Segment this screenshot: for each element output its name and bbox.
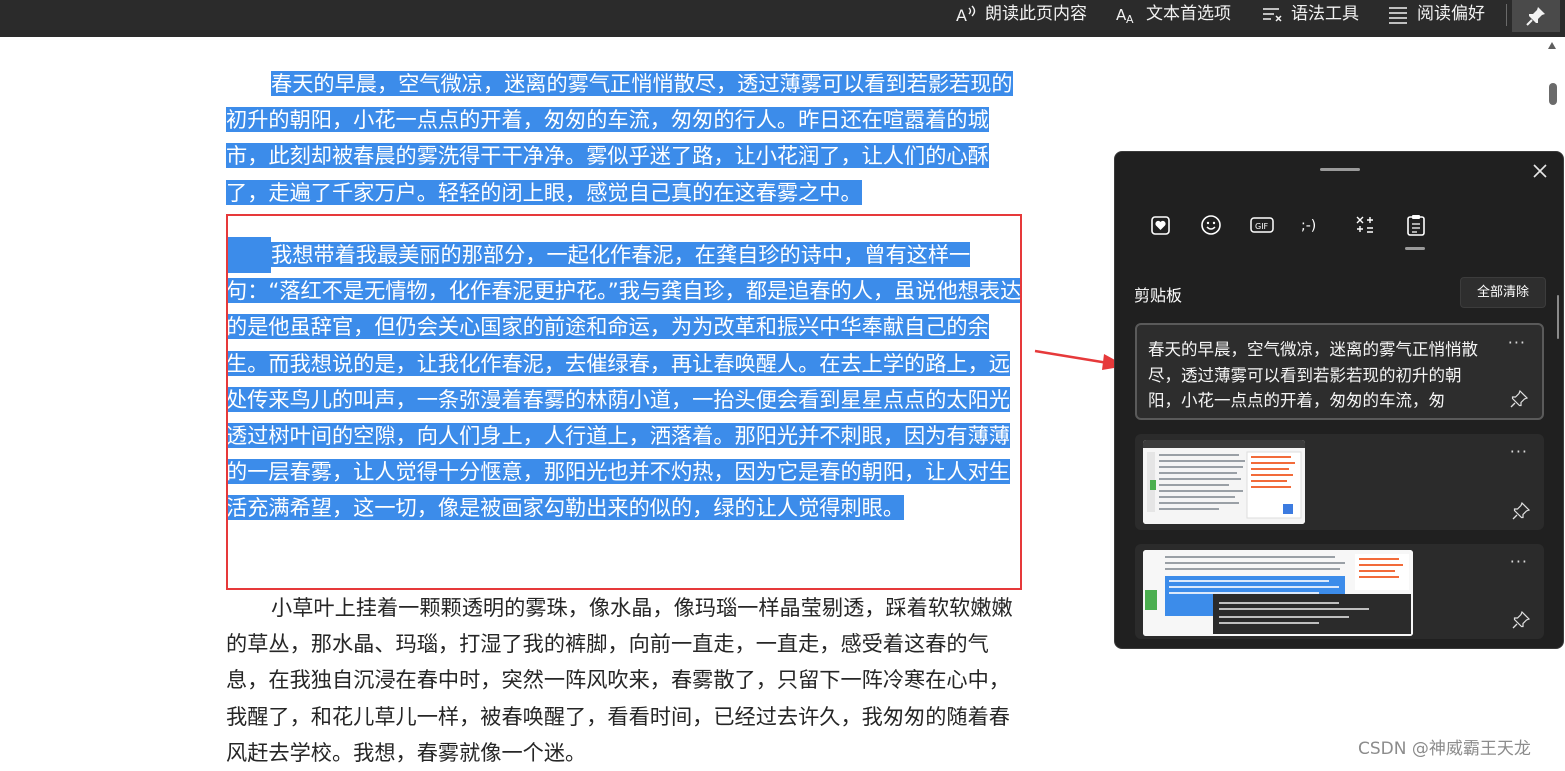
clipboard-panel: GIF ;-) 剪贴板 全部清除 春天的早晨，空气微凉，迷离的雾气正悄悄散尽，透…: [1114, 151, 1564, 649]
clipboard-item-image-2[interactable]: ···: [1135, 544, 1544, 639]
reading-preferences-label: 阅读偏好: [1417, 4, 1485, 24]
grammar-tools-button[interactable]: 语法工具: [1261, 0, 1359, 29]
panel-drag-handle[interactable]: [1320, 168, 1360, 171]
clipboard-image-thumbnail: [1143, 440, 1305, 524]
pin-item-icon[interactable]: [1510, 390, 1528, 408]
paragraph-2-selection: 我想带着我最美丽的那部分，一起化作春泥，在龚自珍的诗中，曾有这样一句：“落红不是…: [226, 242, 1022, 521]
kaomoji-icon-label: ;-): [1301, 218, 1316, 234]
read-aloud-icon: A: [956, 5, 976, 25]
tab-favorites[interactable]: [1148, 212, 1174, 238]
clipboard-scrollbar[interactable]: [1557, 295, 1559, 339]
tab-kaomoji[interactable]: ;-): [1300, 212, 1326, 238]
watermark: CSDN @神威霸王天龙: [1358, 739, 1531, 759]
kaomoji-icon: ;-): [1301, 218, 1316, 234]
gif-icon: GIF: [1250, 217, 1274, 233]
grammar-icon: [1263, 7, 1282, 22]
pin-icon: [1526, 7, 1545, 26]
reader-toolbar: A 朗读此页内容 A A 文本首选项 语法工具 阅读偏好: [0, 0, 1565, 37]
pin-toolbar-button[interactable]: [1512, 0, 1560, 32]
clipboard-image-thumbnail: [1143, 550, 1413, 636]
text-preferences-button[interactable]: A A 文本首选项: [1116, 0, 1231, 29]
grammar-tools-label: 语法工具: [1291, 4, 1359, 24]
active-tab-indicator: [1405, 247, 1425, 250]
tab-gif[interactable]: GIF: [1249, 212, 1275, 238]
clipboard-title: 剪贴板: [1134, 286, 1183, 305]
pin-item-icon[interactable]: [1512, 502, 1530, 520]
favorites-icon: [1151, 216, 1170, 235]
reading-preferences-button[interactable]: 阅读偏好: [1387, 0, 1485, 29]
scroll-up-arrow[interactable]: [1548, 42, 1556, 49]
more-options-button[interactable]: ···: [1508, 333, 1526, 352]
text-preferences-label: 文本首选项: [1146, 4, 1231, 24]
page-scrollbar-thumb[interactable]: [1549, 83, 1557, 105]
clipboard-item-image-1[interactable]: ···: [1135, 434, 1544, 530]
gif-icon-label: GIF: [1255, 222, 1269, 231]
paragraph-2[interactable]: 我想带着我最美丽的那部分，一起化作春泥，在龚自珍的诗中，曾有这样一句：“落红不是…: [226, 237, 1026, 527]
clipboard-item-text[interactable]: 春天的早晨，空气微凉，迷离的雾气正悄悄散尽，透过薄雾可以看到若影若现的初升的朝阳…: [1135, 323, 1544, 420]
symbols-icon: [1356, 216, 1373, 233]
toolbar-divider: [1506, 4, 1507, 26]
more-options-button[interactable]: ···: [1510, 552, 1528, 571]
pin-item-icon[interactable]: [1512, 611, 1530, 629]
clipboard-icon: [1407, 215, 1425, 236]
tab-emoji[interactable]: [1198, 212, 1224, 238]
paragraph-1-selection: 春天的早晨，空气微凉，迷离的雾气正悄悄散尽，透过薄雾可以看到若影若现的初升的朝阳…: [226, 71, 1013, 205]
paragraph-3[interactable]: 小草叶上挂着一颗颗透明的雾珠，像水晶，像玛瑙一样晶莹剔透，踩着软软嫩嫩的草丛，那…: [226, 590, 1026, 771]
paragraph-2-indent: [226, 237, 271, 274]
tab-clipboard[interactable]: [1403, 212, 1429, 238]
text-size-icon: A A: [1116, 6, 1134, 26]
emoji-icon: [1201, 215, 1221, 235]
read-aloud-label: 朗读此页内容: [985, 4, 1087, 24]
close-panel-button[interactable]: [1528, 160, 1552, 184]
paragraph-1[interactable]: 春天的早晨，空气微凉，迷离的雾气正悄悄散尽，透过薄雾可以看到若影若现的初升的朝阳…: [226, 66, 1026, 211]
more-options-button[interactable]: ···: [1510, 442, 1528, 461]
svg-text:A: A: [956, 6, 967, 25]
tab-symbols[interactable]: [1352, 212, 1378, 238]
clipboard-item-text-content: 春天的早晨，空气微凉，迷离的雾气正悄悄散尽，透过薄雾可以看到若影若现的初升的朝阳…: [1148, 340, 1478, 410]
paragraph-3-text: 小草叶上挂着一颗颗透明的雾珠，像水晶，像玛瑙一样晶莹剔透，踩着软软嫩嫩的草丛，那…: [226, 595, 1013, 765]
read-aloud-button[interactable]: A 朗读此页内容: [955, 0, 1087, 29]
svg-text:A: A: [1126, 13, 1134, 26]
reading-list-icon: [1389, 6, 1407, 24]
clear-all-button[interactable]: 全部清除: [1460, 277, 1546, 308]
close-icon: [1533, 164, 1547, 178]
